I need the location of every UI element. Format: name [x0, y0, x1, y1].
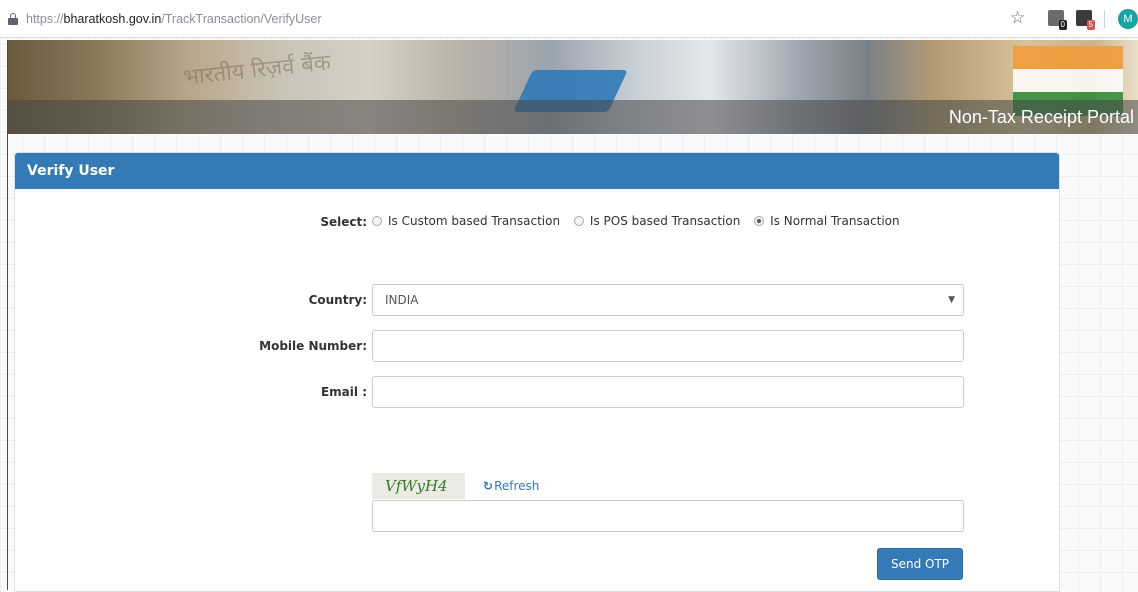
verify-user-panel: Verify User Select: Is Custom based Tran…	[14, 152, 1060, 592]
radio-label: Is POS based Transaction	[589, 214, 741, 228]
url-scheme: https://	[26, 12, 64, 26]
url-field[interactable]: https://bharatkosh.gov.in/TrackTransacti…	[26, 12, 322, 26]
banknote-image: भारतीय रिज़र्व बैंक	[182, 50, 332, 91]
extension-badge: 5	[1086, 20, 1095, 30]
email-input[interactable]	[372, 376, 964, 408]
email-label: Email :	[320, 385, 367, 399]
country-value: INDIA	[385, 293, 419, 307]
profile-avatar[interactable]: M	[1118, 9, 1138, 29]
extension-badge: 0	[1058, 20, 1067, 30]
transaction-type-radio-group: Is Custom based Transaction Is POS based…	[372, 214, 910, 229]
radio-normal-transaction[interactable]: Is Normal Transaction	[754, 214, 900, 228]
country-label: Country:	[308, 293, 367, 307]
radio-label: Is Normal Transaction	[770, 214, 900, 228]
mobile-number-input[interactable]	[372, 330, 964, 362]
extension-icon[interactable]: 0	[1048, 10, 1067, 30]
bookmark-star-icon[interactable]: ☆	[1010, 8, 1025, 28]
radio-button[interactable]	[573, 216, 584, 226]
lock-icon	[8, 13, 18, 25]
refresh-label: Refresh	[494, 479, 540, 493]
send-otp-button[interactable]: Send OTP	[877, 548, 963, 580]
mobile-number-label: Mobile Number:	[259, 339, 367, 353]
radio-custom-transaction[interactable]: Is Custom based Transaction	[372, 214, 560, 228]
browser-address-bar: https://bharatkosh.gov.in/TrackTransacti…	[0, 0, 1138, 38]
url-host: bharatkosh.gov.in	[63, 12, 162, 26]
select-label: Select:	[320, 215, 367, 229]
toolbar-divider	[1104, 10, 1105, 28]
radio-pos-transaction[interactable]: Is POS based Transaction	[573, 214, 741, 228]
url-path: /TrackTransaction/VerifyUser	[161, 12, 322, 26]
portal-banner: भारतीय रिज़र्व बैंक Non-Tax Receipt Port…	[8, 40, 1138, 134]
country-select[interactable]: INDIA ▼	[372, 284, 964, 316]
refresh-captcha-link[interactable]: ↻Refresh	[483, 479, 539, 493]
captcha-input[interactable]	[372, 500, 964, 532]
portal-title: Non-Tax Receipt Portal	[948, 107, 1134, 127]
extension-icon[interactable]: 5	[1076, 10, 1095, 30]
captcha-image: VfWyH4	[372, 473, 465, 499]
refresh-icon: ↻	[483, 479, 494, 493]
radio-button[interactable]	[372, 216, 382, 226]
radio-label: Is Custom based Transaction	[388, 214, 561, 228]
chevron-down-icon: ▼	[948, 295, 955, 305]
panel-title: Verify User	[15, 153, 1059, 189]
radio-button[interactable]	[754, 216, 765, 226]
